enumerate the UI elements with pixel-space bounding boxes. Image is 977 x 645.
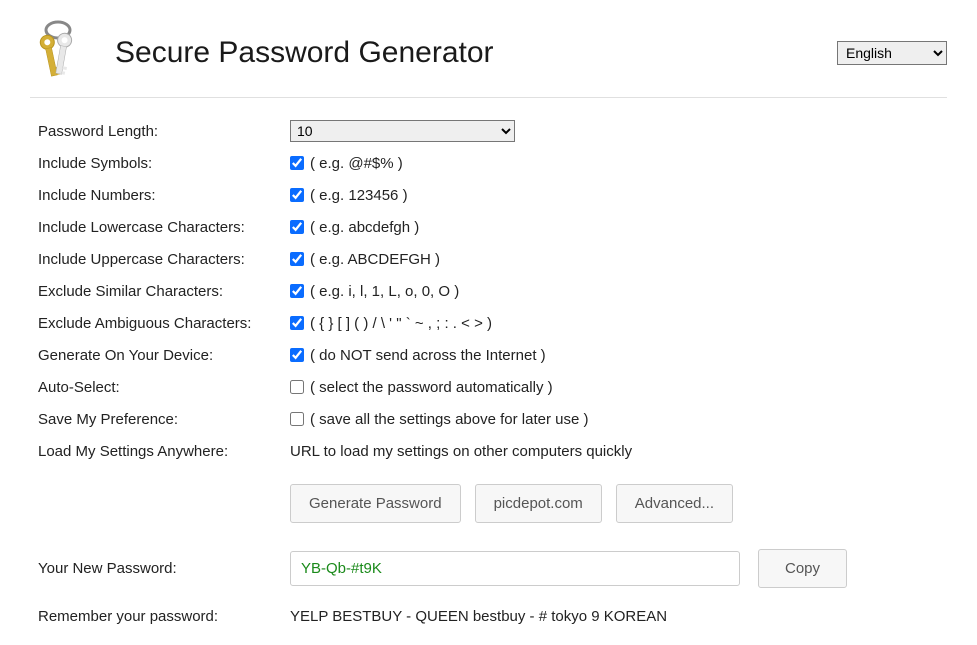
keys-icon (30, 20, 80, 85)
password-output[interactable] (290, 551, 740, 586)
lowercase-hint: ( e.g. abcdefgh ) (310, 219, 419, 236)
password-label: Your New Password: (38, 560, 290, 577)
remember-label: Remember your password: (38, 608, 290, 625)
savepref-hint: ( save all the settings above for later … (310, 411, 588, 428)
device-checkbox[interactable] (290, 348, 304, 362)
symbols-hint: ( e.g. @#$% ) (310, 155, 403, 172)
numbers-label: Include Numbers: (38, 187, 290, 204)
row-password: Your New Password: Copy (38, 549, 947, 588)
savepref-checkbox[interactable] (290, 412, 304, 426)
ambiguous-label: Exclude Ambiguous Characters: (38, 315, 290, 332)
savepref-label: Save My Preference: (38, 411, 290, 428)
uppercase-checkbox[interactable] (290, 252, 304, 266)
symbols-checkbox[interactable] (290, 156, 304, 170)
copy-button[interactable]: Copy (758, 549, 847, 588)
ambiguous-checkbox[interactable] (290, 316, 304, 330)
row-device: Generate On Your Device: ( do NOT send a… (38, 344, 947, 366)
symbols-label: Include Symbols: (38, 155, 290, 172)
uppercase-label: Include Uppercase Characters: (38, 251, 290, 268)
header: Secure Password Generator English (30, 20, 947, 85)
row-remember: Remember your password: YELP BESTBUY - Q… (38, 608, 947, 625)
header-left: Secure Password Generator (30, 20, 494, 85)
remember-value: YELP BESTBUY - QUEEN bestbuy - # tokyo 9… (290, 608, 667, 625)
device-label: Generate On Your Device: (38, 347, 290, 364)
button-row: Generate Password picdepot.com Advanced.… (38, 484, 947, 523)
similar-label: Exclude Similar Characters: (38, 283, 290, 300)
numbers-hint: ( e.g. 123456 ) (310, 187, 408, 204)
autoselect-label: Auto-Select: (38, 379, 290, 396)
loadsettings-hint: URL to load my settings on other compute… (290, 443, 632, 460)
similar-checkbox[interactable] (290, 284, 304, 298)
generate-button[interactable]: Generate Password (290, 484, 461, 523)
lowercase-checkbox[interactable] (290, 220, 304, 234)
row-symbols: Include Symbols: ( e.g. @#$% ) (38, 152, 947, 174)
ambiguous-hint: ( { } [ ] ( ) / \ ' " ` ~ , ; : . < > ) (310, 315, 492, 332)
form: Password Length: 10 Include Symbols: ( e… (30, 120, 947, 625)
numbers-checkbox[interactable] (290, 188, 304, 202)
row-ambiguous: Exclude Ambiguous Characters: ( { } [ ] … (38, 312, 947, 334)
autoselect-hint: ( select the password automatically ) (310, 379, 553, 396)
advanced-button[interactable]: Advanced... (616, 484, 733, 523)
uppercase-hint: ( e.g. ABCDEFGH ) (310, 251, 440, 268)
row-savepref: Save My Preference: ( save all the setti… (38, 408, 947, 430)
language-select[interactable]: English (837, 41, 947, 65)
similar-hint: ( e.g. i, l, 1, L, o, 0, O ) (310, 283, 459, 300)
length-label: Password Length: (38, 123, 290, 140)
row-lowercase: Include Lowercase Characters: ( e.g. abc… (38, 216, 947, 238)
row-uppercase: Include Uppercase Characters: ( e.g. ABC… (38, 248, 947, 270)
row-similar: Exclude Similar Characters: ( e.g. i, l,… (38, 280, 947, 302)
length-select[interactable]: 10 (290, 120, 515, 142)
loadsettings-label: Load My Settings Anywhere: (38, 443, 290, 460)
device-hint: ( do NOT send across the Internet ) (310, 347, 546, 364)
row-numbers: Include Numbers: ( e.g. 123456 ) (38, 184, 947, 206)
page-title: Secure Password Generator (115, 36, 494, 70)
row-loadsettings: Load My Settings Anywhere: URL to load m… (38, 440, 947, 462)
picdepot-button[interactable]: picdepot.com (475, 484, 602, 523)
divider (30, 97, 947, 98)
row-length: Password Length: 10 (38, 120, 947, 142)
lowercase-label: Include Lowercase Characters: (38, 219, 290, 236)
row-autoselect: Auto-Select: ( select the password autom… (38, 376, 947, 398)
autoselect-checkbox[interactable] (290, 380, 304, 394)
